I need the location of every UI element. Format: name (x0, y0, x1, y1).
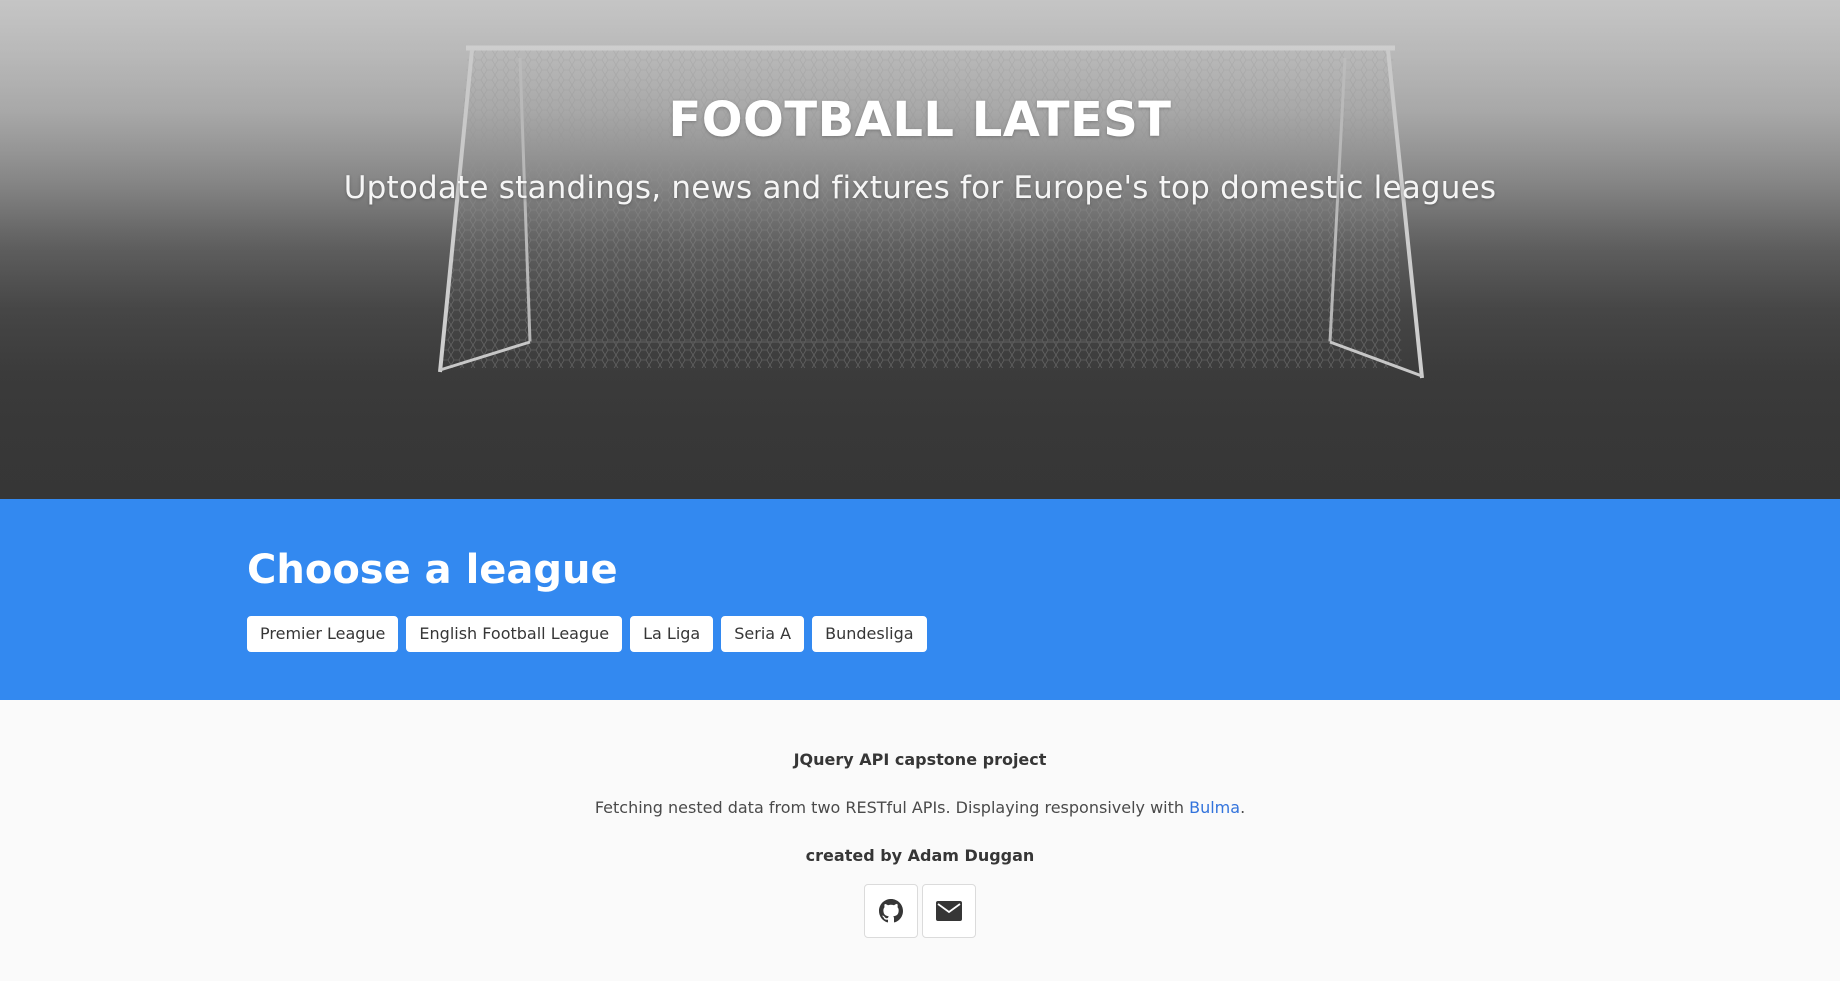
page-footer: JQuery API capstone project Fetching nes… (0, 700, 1840, 981)
footer-social-links (0, 884, 1840, 938)
league-button-english-football-league[interactable]: English Football League (406, 616, 623, 652)
league-selector-heading: Choose a league (247, 547, 618, 593)
footer-description-text: Fetching nested data from two RESTful AP… (594, 798, 1190, 817)
footer-project-title: JQuery API capstone project (793, 750, 1047, 769)
footer-description-end: . (1240, 798, 1246, 817)
league-selector-section: Choose a league Premier League English F… (0, 499, 1840, 700)
league-button-premier-league[interactable]: Premier League (247, 616, 399, 652)
league-button-la-liga[interactable]: La Liga (630, 616, 714, 652)
page-subtitle: Uptodate standings, news and fixtures fo… (343, 170, 1497, 206)
github-icon (879, 899, 903, 923)
footer-credit: created by Adam Duggan (805, 846, 1035, 865)
bulma-link[interactable]: Bulma (1189, 798, 1240, 817)
email-link-button[interactable] (922, 884, 976, 938)
hero-section: FOOTBALL LATEST Uptodate standings, news… (0, 0, 1840, 499)
page-title: FOOTBALL LATEST (668, 92, 1172, 148)
envelope-icon (936, 901, 962, 921)
github-link-button[interactable] (864, 884, 918, 938)
league-buttons-group: Premier League English Football League L… (247, 616, 927, 652)
footer-description: Fetching nested data from two RESTful AP… (0, 798, 1840, 817)
league-button-bundesliga[interactable]: Bundesliga (812, 616, 927, 652)
goal-net-background-image (0, 0, 1840, 499)
league-button-serie-a[interactable]: Seria A (721, 616, 805, 652)
